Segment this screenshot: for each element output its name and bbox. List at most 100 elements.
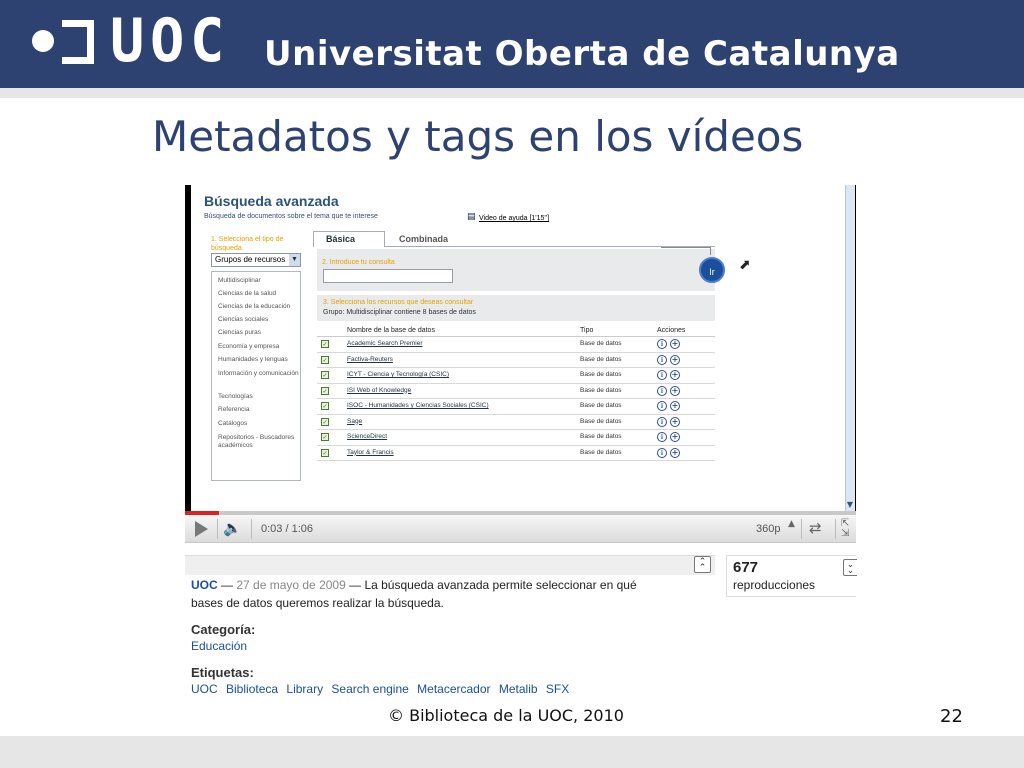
search-type-select: Grupos de recursos ▼ xyxy=(211,253,301,267)
database-name: Sage xyxy=(347,417,363,425)
tag-link[interactable]: Metacercador xyxy=(417,682,490,696)
info-icon: i xyxy=(657,339,667,349)
category-list: Multidisciplinar Ciencias de la salud Ci… xyxy=(211,271,301,481)
checkbox-icon: ✓ xyxy=(321,371,329,379)
table-row: ✓ ScienceDirect Base de datos i + xyxy=(317,430,715,446)
camera-icon: ▤ xyxy=(467,212,476,222)
search-type-value: Grupos de recursos xyxy=(215,255,286,264)
database-type: Base de datos xyxy=(580,433,622,440)
control-divider xyxy=(835,519,836,539)
add-icon: + xyxy=(670,339,680,349)
page-number: 22 xyxy=(940,706,963,727)
tag-link[interactable]: Library xyxy=(286,682,323,696)
column-header-type: Tipo xyxy=(580,327,594,334)
chevron-down-icon: ▼ xyxy=(846,500,854,509)
description-bar xyxy=(185,555,715,575)
copyright-footer: © Biblioteca de la UOC, 2010 xyxy=(388,706,624,725)
help-video-link: Video de ayuda [1'15''] xyxy=(479,215,550,222)
info-icon: i xyxy=(657,401,667,411)
database-name: Academic Search Premier xyxy=(347,340,423,347)
chevron-up-icon[interactable]: ▲ xyxy=(788,519,795,529)
tag-link[interactable]: Biblioteca xyxy=(226,682,278,696)
go-button: Ir xyxy=(699,257,725,283)
table-row: ✓ Academic Search Premier Base de datos … xyxy=(317,337,715,353)
video-time: 0:03 / 1:06 xyxy=(261,523,313,535)
checkbox-icon: ✓ xyxy=(321,386,329,395)
table-row: ✓ ISI Web of Knowledge Base de datos i + xyxy=(317,384,715,399)
fullscreen-icon[interactable]: ⇱ ⇲ xyxy=(841,519,849,539)
description-text: — La búsqueda avanzada permite seleccion… xyxy=(349,578,637,592)
header-divider xyxy=(0,88,1024,98)
list-item: Catálogos xyxy=(218,420,248,427)
column-header-actions: Acciones xyxy=(657,327,686,334)
category-link[interactable]: Educación xyxy=(191,639,247,653)
database-type: Base de datos xyxy=(580,402,622,409)
database-type: Base de datos xyxy=(580,417,622,425)
video-player[interactable]: Búsqueda avanzada Búsqueda de documentos… xyxy=(185,185,856,515)
control-divider xyxy=(217,519,218,539)
info-icon: i xyxy=(657,447,667,458)
database-name: ISOC - Humanidades y Ciencias Sociales (… xyxy=(347,402,489,409)
table-row: ✓ Sage Base de datos i + xyxy=(317,415,715,430)
checkbox-icon: ✓ xyxy=(321,340,329,348)
logo-dot xyxy=(32,30,54,52)
query-input xyxy=(323,269,453,283)
list-item: Referencia xyxy=(218,406,250,413)
play-icon[interactable] xyxy=(195,521,208,537)
list-item: Ciencias sociales xyxy=(218,316,269,323)
tag-link[interactable]: Metalib xyxy=(499,682,538,696)
list-item: Repositorios - Buscadores académicos xyxy=(218,434,295,449)
list-item: Información y comunicación xyxy=(218,370,299,377)
checkbox-icon: ✓ xyxy=(321,448,329,457)
video-scrollbar: ▼ xyxy=(845,185,855,511)
author-link[interactable]: UOC xyxy=(191,578,218,592)
tag-link[interactable]: UOC xyxy=(191,682,218,696)
expand-stats-button[interactable]: ⌄ ⌄ xyxy=(843,559,857,576)
view-count-label: reproducciones xyxy=(733,578,816,592)
add-icon: + xyxy=(670,416,680,427)
table-row: ✓ ISOC - Humanidades y Ciencias Sociales… xyxy=(317,399,715,415)
connector-line xyxy=(661,247,711,255)
group-info: Grupo: Multidisciplinar contiene 8 bases… xyxy=(323,309,476,316)
checkbox-icon: ✓ xyxy=(321,402,329,410)
tab-basica: Básica xyxy=(313,231,385,247)
resources-label: 3. Selecciona los recursos que deseas co… xyxy=(323,299,474,306)
add-icon: + xyxy=(670,447,680,458)
tab-combinada: Combinada xyxy=(399,234,449,244)
university-name: Universitat Oberta de Catalunya xyxy=(264,34,900,74)
database-type: Base de datos xyxy=(580,448,622,456)
slide-title: Metadatos y tags en los vídeos xyxy=(152,112,804,161)
header-band: UOC Universitat Oberta de Catalunya xyxy=(0,0,1024,88)
list-item: Ciencias puras xyxy=(218,329,261,336)
video-subheading: Búsqueda de documentos sobre el tema que… xyxy=(204,213,378,220)
list-item: Ciencias de la educación xyxy=(218,303,291,310)
description-line-2: bases de datos queremos realizar la búsq… xyxy=(191,596,444,610)
tag-list: UOC Biblioteca Library Search engine Met… xyxy=(191,682,574,696)
database-type: Base de datos xyxy=(580,340,622,347)
collapse-description-button[interactable]: ⌃ ⌃ xyxy=(694,556,711,573)
share-icon[interactable]: ⇄ xyxy=(809,519,822,537)
logo-bracket xyxy=(62,20,94,64)
chevron-down-icon: ▼ xyxy=(289,254,300,266)
video-heading: Búsqueda avanzada xyxy=(204,193,339,209)
add-icon: + xyxy=(670,432,680,442)
tag-link[interactable]: SFX xyxy=(546,682,569,696)
info-icon: i xyxy=(657,370,667,380)
database-type: Base de datos xyxy=(580,371,622,378)
table-row: ✓ Taylor & Francis Base de datos i + xyxy=(317,446,715,461)
checkbox-icon: ✓ xyxy=(321,417,329,426)
info-icon: i xyxy=(657,432,667,442)
control-divider xyxy=(251,519,252,539)
volume-icon[interactable]: 🔈 xyxy=(223,519,242,537)
logo-text: UOC xyxy=(110,6,231,76)
info-icon: i xyxy=(657,354,667,365)
list-item: Multidisciplinar xyxy=(218,277,261,284)
database-type: Base de datos xyxy=(580,386,622,394)
view-count: 677 xyxy=(733,559,759,576)
query-label: 2. Introduce tu consulta xyxy=(322,259,395,266)
database-name: ISI Web of Knowledge xyxy=(347,386,412,394)
tag-link[interactable]: Search engine xyxy=(331,682,408,696)
list-item: Tecnologías xyxy=(218,393,253,400)
list-item: Economía y empresa xyxy=(218,343,280,350)
quality-button[interactable]: 360p xyxy=(756,523,780,535)
